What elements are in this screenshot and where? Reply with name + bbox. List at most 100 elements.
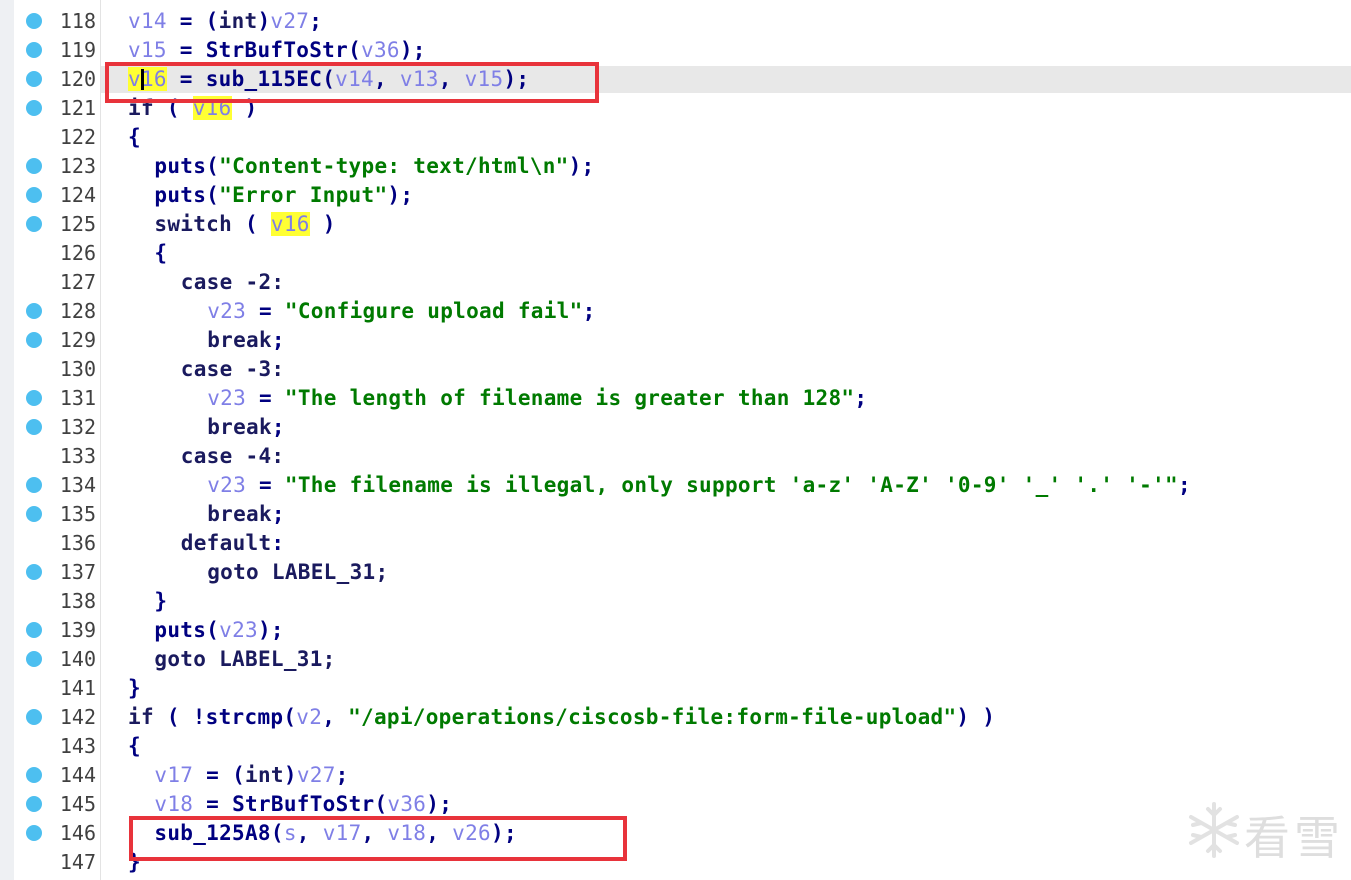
code-token-var[interactable]: v23 xyxy=(207,473,246,497)
code-token-var-hl[interactable]: v16 xyxy=(270,212,310,236)
code-token-punct[interactable]: ); xyxy=(569,154,595,178)
code-token-punct[interactable]: ; xyxy=(1178,473,1191,497)
breakpoint-dot-icon[interactable] xyxy=(26,71,42,87)
code-token-var[interactable]: v23 xyxy=(219,618,258,642)
code-token-punct[interactable]: ) ) xyxy=(956,705,995,729)
code-text[interactable]: v17 = (int)v27; xyxy=(154,761,348,790)
code-token-num[interactable]: -2: xyxy=(233,270,285,294)
code-token-kw[interactable]: case xyxy=(181,270,233,294)
code-text[interactable]: puts("Content-type: text/html\n"); xyxy=(154,152,594,181)
code-text[interactable]: break; xyxy=(207,500,285,529)
code-token-punct[interactable]: = xyxy=(246,386,285,410)
code-line[interactable]: 118 v14 = (int)v27; xyxy=(0,7,1351,36)
code-token-punct[interactable]: = xyxy=(246,473,285,497)
breakpoint-dot-icon[interactable] xyxy=(26,390,42,406)
code-token-punct[interactable]: ( ! xyxy=(154,705,206,729)
code-token-punct[interactable]: = xyxy=(193,792,232,816)
code-token-func[interactable]: strcmp xyxy=(206,705,284,729)
code-token-punct[interactable]: = xyxy=(167,38,206,62)
code-text[interactable]: } xyxy=(128,674,141,703)
code-line[interactable]: 128 v23 = "Configure upload fail"; xyxy=(0,297,1351,326)
code-text[interactable]: case -4: xyxy=(181,442,285,471)
code-token-punct[interactable]: ( xyxy=(283,705,296,729)
breakpoint-dot-icon[interactable] xyxy=(26,332,42,348)
breakpoint-dot-icon[interactable] xyxy=(26,13,42,29)
code-token-punct[interactable]: ( xyxy=(206,183,219,207)
code-text[interactable]: goto LABEL_31; xyxy=(207,558,388,587)
code-line[interactable]: 125 switch ( v16 ) xyxy=(0,210,1351,239)
code-token-punct[interactable]: ( xyxy=(206,154,219,178)
code-line[interactable]: 129 break; xyxy=(0,326,1351,355)
code-token-punct[interactable]: ; xyxy=(272,502,285,526)
code-line[interactable]: 141} xyxy=(0,674,1351,703)
pseudocode-editor[interactable]: 118 v14 = (int)v27; 119 v15 = StrBufToStr(v… xyxy=(0,0,1351,880)
code-token-punct[interactable]: { xyxy=(128,125,141,149)
code-token-str[interactable]: "Error Input" xyxy=(219,183,387,207)
code-text[interactable]: default: xyxy=(181,529,285,558)
code-token-punct[interactable]: ( xyxy=(232,212,271,236)
breakpoint-dot-icon[interactable] xyxy=(26,100,42,116)
code-token-var[interactable]: v23 xyxy=(207,299,246,323)
code-text[interactable]: } xyxy=(154,587,167,616)
code-line[interactable]: 123 puts("Content-type: text/html\n"); xyxy=(0,152,1351,181)
code-token-str[interactable]: "Configure upload fail" xyxy=(285,299,583,323)
code-text[interactable]: if ( !strcmp(v2, "/api/operations/ciscos… xyxy=(128,703,995,732)
code-token-punct[interactable]: ; xyxy=(309,9,322,33)
code-line[interactable]: 132 break; xyxy=(0,413,1351,442)
code-token-var[interactable]: v36 xyxy=(387,792,426,816)
code-token-punct[interactable]: ; xyxy=(272,328,285,352)
code-text[interactable]: puts(v23); xyxy=(154,616,283,645)
code-line[interactable]: 139 puts(v23); xyxy=(0,616,1351,645)
code-token-punct[interactable]: : xyxy=(271,531,284,555)
code-line[interactable]: 136 default: xyxy=(0,529,1351,558)
code-token-kw[interactable]: LABEL_31; xyxy=(259,560,388,584)
code-token-kw[interactable]: int xyxy=(245,763,284,787)
code-token-punct[interactable]: , xyxy=(322,705,348,729)
breakpoint-dot-icon[interactable] xyxy=(26,651,42,667)
code-line[interactable]: 140 goto LABEL_31; xyxy=(0,645,1351,674)
code-token-punct[interactable]: ); xyxy=(258,618,284,642)
breakpoint-dot-icon[interactable] xyxy=(26,709,42,725)
code-token-punct[interactable]: = xyxy=(246,299,285,323)
code-token-var[interactable]: v15 xyxy=(128,38,167,62)
code-line[interactable]: 137 goto LABEL_31; xyxy=(0,558,1351,587)
code-text[interactable]: case -2: xyxy=(181,268,285,297)
breakpoint-dot-icon[interactable] xyxy=(26,622,42,638)
code-token-punct[interactable]: ) xyxy=(284,763,297,787)
code-text[interactable]: goto LABEL_31; xyxy=(154,645,335,674)
code-text[interactable]: break; xyxy=(207,326,285,355)
code-token-kw[interactable]: case xyxy=(181,444,233,468)
breakpoint-dot-icon[interactable] xyxy=(26,42,42,58)
code-line[interactable]: 134 v23 = "The filename is illegal, only … xyxy=(0,471,1351,500)
code-token-punct[interactable]: ) xyxy=(310,212,336,236)
code-token-punct[interactable]: ); xyxy=(400,38,426,62)
code-token-str[interactable]: "/api/operations/ciscosb-file:form-file-… xyxy=(348,705,956,729)
code-text[interactable]: { xyxy=(154,239,167,268)
code-token-punct[interactable]: { xyxy=(128,734,141,758)
code-token-var[interactable]: v27 xyxy=(270,9,309,33)
code-token-punct[interactable]: ; xyxy=(272,415,285,439)
code-token-kw[interactable]: switch xyxy=(154,212,232,236)
code-token-func[interactable]: StrBufToStr xyxy=(206,38,348,62)
code-token-kw[interactable]: if xyxy=(128,705,154,729)
code-text[interactable]: v14 = (int)v27; xyxy=(128,7,322,36)
code-token-punct[interactable]: ; xyxy=(583,299,596,323)
code-line[interactable]: 142 if ( !strcmp(v2, "/api/operations/cis… xyxy=(0,703,1351,732)
code-line[interactable]: 122 { xyxy=(0,123,1351,152)
code-token-func[interactable]: puts xyxy=(154,618,206,642)
breakpoint-dot-icon[interactable] xyxy=(26,477,42,493)
code-token-punct[interactable]: ; xyxy=(336,763,349,787)
code-token-var[interactable]: v23 xyxy=(207,386,246,410)
code-token-var[interactable]: v27 xyxy=(297,763,336,787)
breakpoint-dot-icon[interactable] xyxy=(26,216,42,232)
code-token-kw[interactable]: int xyxy=(219,9,258,33)
code-text[interactable]: v15 = StrBufToStr(v36); xyxy=(128,36,426,65)
code-text[interactable]: v18 = StrBufToStr(v36); xyxy=(154,790,452,819)
code-text[interactable]: v23 = "Configure upload fail"; xyxy=(207,297,595,326)
code-line[interactable]: 144 v17 = (int)v27; xyxy=(0,761,1351,790)
code-text[interactable]: puts("Error Input"); xyxy=(154,181,413,210)
code-token-num[interactable]: -3: xyxy=(233,357,285,381)
code-token-kw[interactable]: LABEL_31; xyxy=(206,647,335,671)
code-line[interactable]: 138} xyxy=(0,587,1351,616)
code-line[interactable]: 130 case -3: xyxy=(0,355,1351,384)
